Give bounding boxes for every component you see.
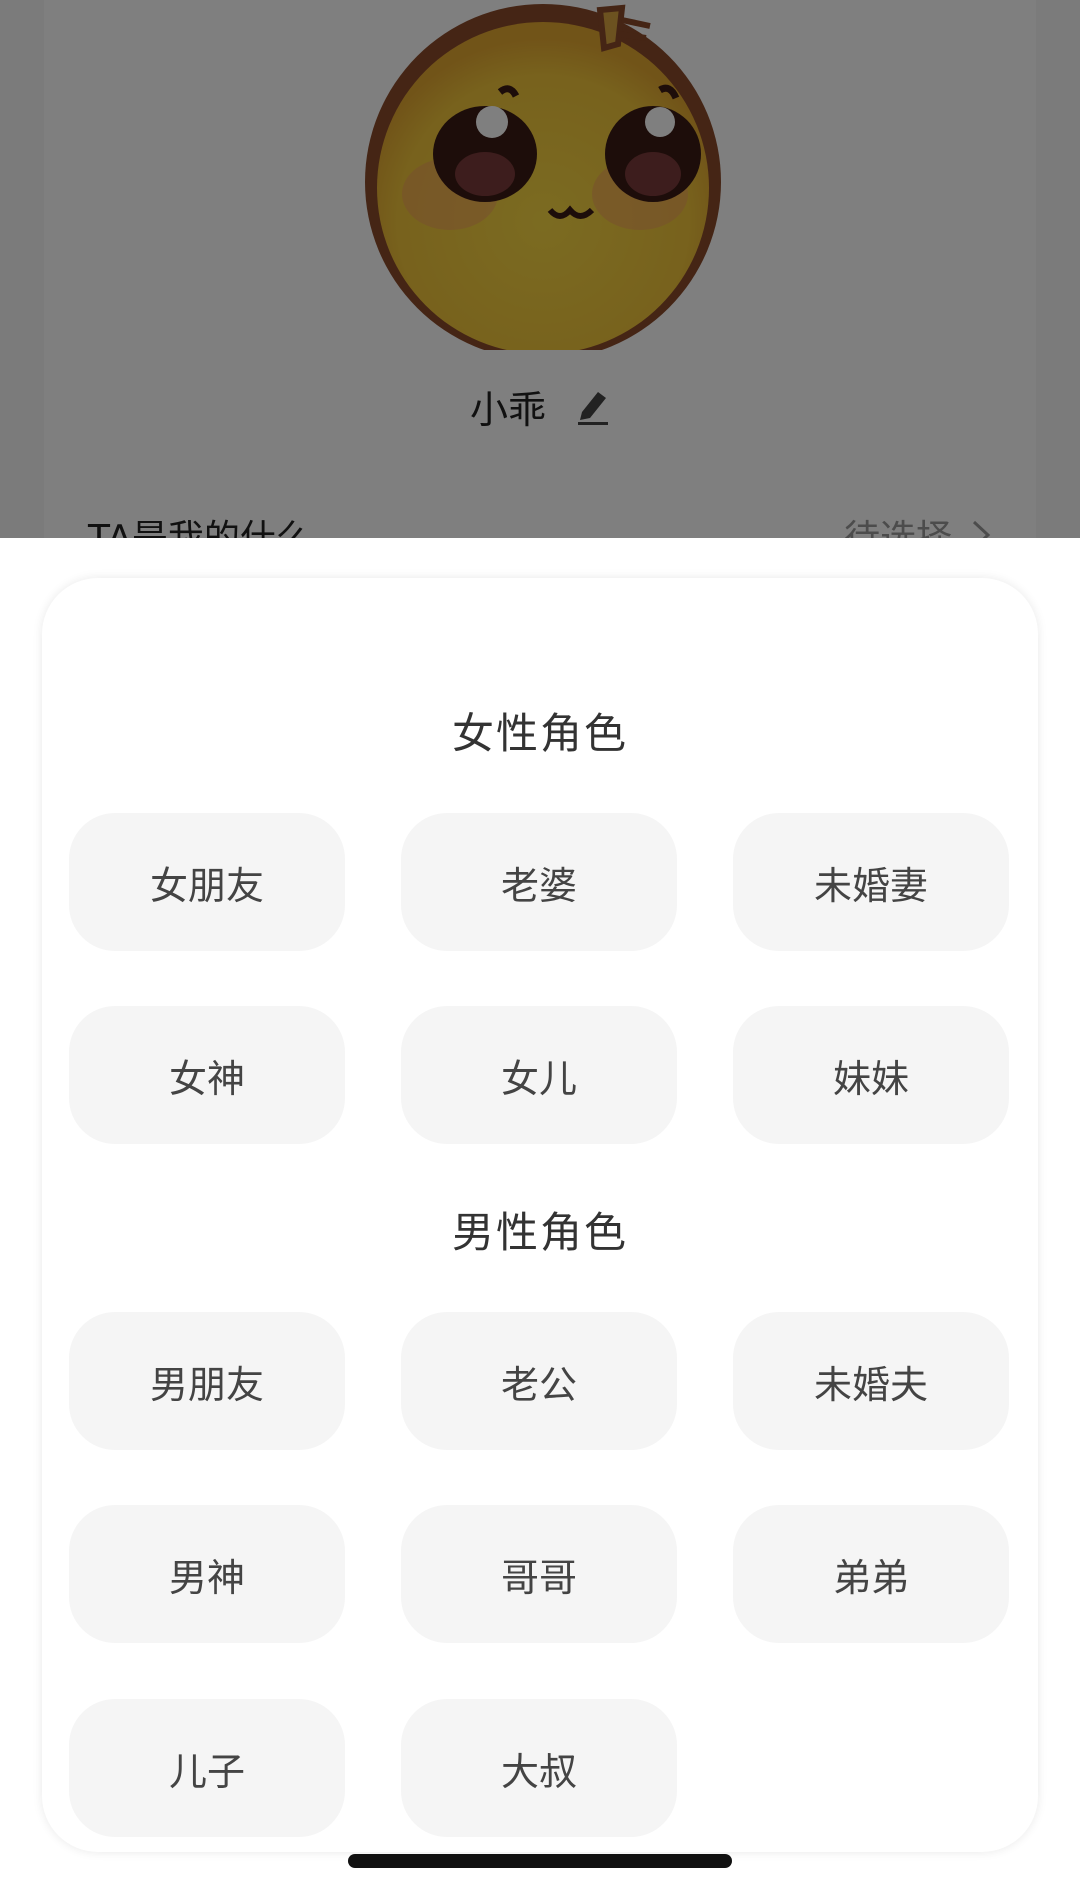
- female-roles-title: 女性角色: [451, 709, 628, 758]
- role-button-son[interactable]: 儿子: [69, 1699, 345, 1837]
- role-button-younger-sister[interactable]: 妹妹: [733, 1006, 1009, 1144]
- role-button-goddess[interactable]: 女神: [69, 1006, 345, 1144]
- role-picker-panel: 女性角色 女朋友 老婆 未婚妻 女神 女儿 妹妹 男性角色 男朋友 老公 未婚夫…: [42, 578, 1038, 1852]
- role-button-wife[interactable]: 老婆: [401, 813, 677, 951]
- role-button-male-god[interactable]: 男神: [69, 1505, 345, 1643]
- background-page: 小乖 TA是我的什么 待选择: [0, 0, 1080, 538]
- role-button-younger-brother[interactable]: 弟弟: [733, 1505, 1009, 1643]
- role-button-fiancee[interactable]: 未婚妻: [733, 813, 1009, 951]
- role-button-fiance[interactable]: 未婚夫: [733, 1312, 1009, 1450]
- role-button-girlfriend[interactable]: 女朋友: [69, 813, 345, 951]
- role-button-boyfriend[interactable]: 男朋友: [69, 1312, 345, 1450]
- role-button-uncle[interactable]: 大叔: [401, 1699, 677, 1837]
- role-button-husband[interactable]: 老公: [401, 1312, 677, 1450]
- male-roles-title: 男性角色: [451, 1208, 628, 1257]
- role-button-older-brother[interactable]: 哥哥: [401, 1505, 677, 1643]
- role-button-daughter[interactable]: 女儿: [401, 1006, 677, 1144]
- home-indicator[interactable]: [348, 1854, 732, 1868]
- bottom-sheet: 女性角色 女朋友 老婆 未婚妻 女神 女儿 妹妹 男性角色 男朋友 老公 未婚夫…: [0, 538, 1080, 1893]
- modal-overlay[interactable]: [0, 0, 1080, 538]
